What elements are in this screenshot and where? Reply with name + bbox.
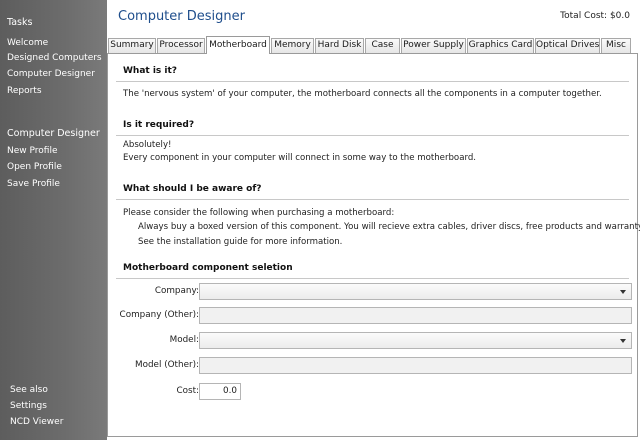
- model-other-label: Model (Other):: [134, 360, 199, 370]
- sidebar-item-reports[interactable]: Reports: [7, 86, 42, 96]
- tab-case[interactable]: Case: [365, 38, 400, 53]
- answer-aware-intro: Please consider the following when purch…: [123, 208, 395, 218]
- total-cost-label: Total Cost: $0.0: [560, 11, 630, 21]
- model-dropdown[interactable]: [199, 332, 632, 349]
- section-heading-is-it-required: Is it required?: [123, 120, 195, 130]
- designer-header: Computer Designer: [7, 128, 100, 139]
- model-other-field[interactable]: [199, 357, 632, 374]
- cost-label: Cost:: [176, 386, 199, 396]
- tab-processor[interactable]: Processor: [157, 38, 205, 53]
- chevron-down-icon: [620, 290, 626, 294]
- sidebar-item-ncd-viewer[interactable]: NCD Viewer: [10, 417, 63, 427]
- cost-input[interactable]: 0.0: [199, 383, 241, 400]
- company-dropdown[interactable]: [199, 283, 632, 300]
- divider: [116, 81, 629, 82]
- sidebar-item-designed-computers[interactable]: Designed Computers: [7, 53, 102, 63]
- answer-required-line2: Every component in your computer will co…: [123, 153, 477, 163]
- sidebar-item-welcome[interactable]: Welcome: [7, 38, 48, 48]
- sidebar-item-open-profile[interactable]: Open Profile: [7, 162, 62, 172]
- answer-aware-tip-guide: See the installation guide for more info…: [138, 237, 343, 247]
- answer-required-line1: Absolutely!: [123, 140, 172, 150]
- sidebar: Tasks Welcome Designed Computers Compute…: [0, 0, 107, 440]
- tab-hard-disk[interactable]: Hard Disk: [315, 38, 364, 53]
- answer-aware-tip-boxed: Always buy a boxed version of this compo…: [138, 222, 640, 232]
- tab-motherboard[interactable]: Motherboard: [206, 36, 270, 54]
- company-other-label: Company (Other):: [119, 310, 199, 320]
- model-label: Model:: [169, 335, 199, 345]
- motherboard-panel: What is it? The 'nervous system' of your…: [107, 53, 640, 437]
- tasks-header: Tasks: [7, 17, 33, 28]
- tab-summary[interactable]: Summary: [108, 38, 156, 53]
- see-also-header: See also: [10, 385, 48, 395]
- sidebar-item-settings[interactable]: Settings: [10, 401, 47, 411]
- page-title: Computer Designer: [118, 9, 245, 24]
- form-heading: Motherboard component seletion: [123, 263, 293, 273]
- tab-memory[interactable]: Memory: [271, 38, 314, 53]
- answer-what-is-it: The 'nervous system' of your computer, t…: [123, 89, 602, 99]
- divider: [116, 135, 629, 136]
- sidebar-item-computer-designer[interactable]: Computer Designer: [7, 69, 95, 79]
- tab-bar: Summary Processor Motherboard Memory Har…: [107, 36, 640, 54]
- tab-graphics-card[interactable]: Graphics Card: [467, 38, 534, 53]
- tab-power-supply[interactable]: Power Supply: [401, 38, 466, 53]
- tab-misc[interactable]: Misc: [601, 38, 631, 53]
- company-label: Company:: [154, 286, 199, 296]
- sidebar-item-save-profile[interactable]: Save Profile: [7, 179, 60, 189]
- tab-optical-drives[interactable]: Optical Drives: [535, 38, 600, 53]
- divider: [116, 278, 629, 279]
- divider: [116, 199, 629, 200]
- chevron-down-icon: [620, 339, 626, 343]
- section-heading-aware-of: What should I be aware of?: [123, 184, 262, 194]
- section-heading-what-is-it: What is it?: [123, 66, 178, 76]
- company-other-field[interactable]: [199, 307, 632, 324]
- sidebar-item-new-profile[interactable]: New Profile: [7, 146, 57, 156]
